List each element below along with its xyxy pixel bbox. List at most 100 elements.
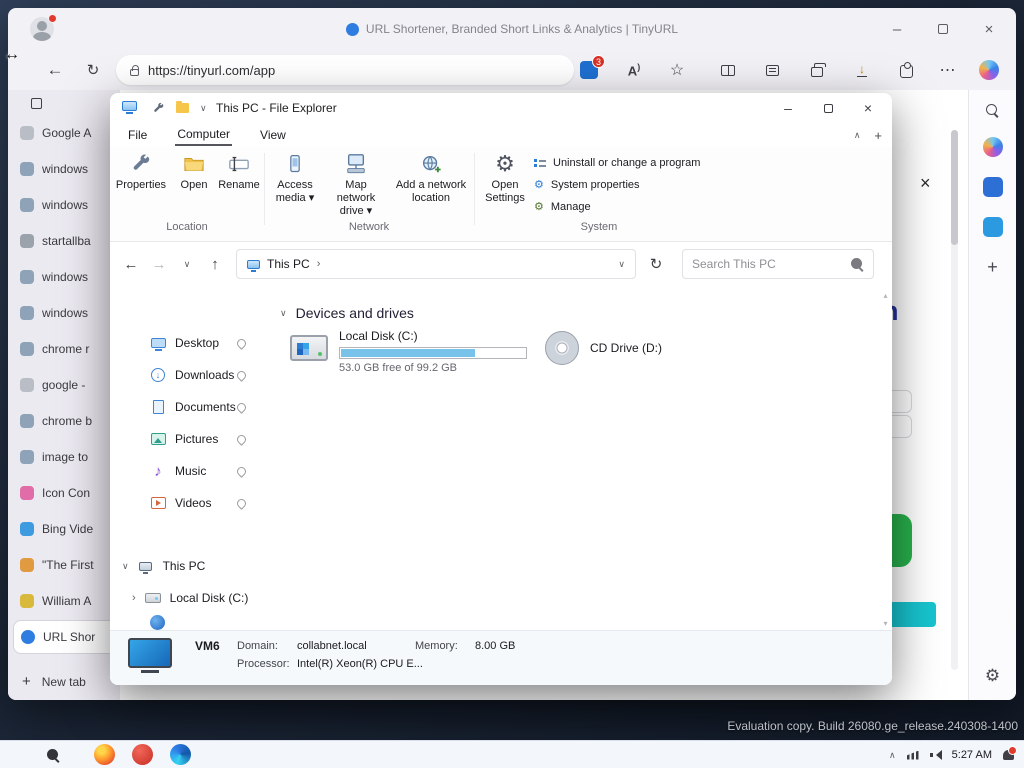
extensions-puzzle-icon[interactable] bbox=[892, 50, 920, 90]
more-menu-icon[interactable]: ⋯ bbox=[934, 50, 962, 90]
split-screen-icon[interactable] bbox=[714, 50, 742, 90]
sidebar-search-icon[interactable] bbox=[986, 104, 999, 117]
sidebar-add-icon[interactable]: + bbox=[987, 257, 998, 278]
close-icon[interactable]: × bbox=[966, 8, 1012, 50]
open-button[interactable]: Open bbox=[172, 151, 216, 192]
chevron-expanded-icon[interactable]: ∨ bbox=[122, 561, 129, 572]
uninstall-program-button[interactable]: Uninstall or change a program bbox=[534, 155, 700, 171]
scroll-up-icon[interactable]: ▴ bbox=[883, 291, 887, 300]
scrollbar-thumb[interactable] bbox=[951, 130, 958, 245]
search-input[interactable] bbox=[692, 257, 845, 271]
chevron-right-icon[interactable]: › bbox=[317, 258, 321, 270]
vertical-tab[interactable]: Bing Vide bbox=[8, 512, 120, 546]
ribbon-plus-icon[interactable]: + bbox=[874, 128, 882, 143]
minimize-icon[interactable]: – bbox=[874, 8, 920, 50]
up-icon[interactable]: ↑ bbox=[202, 243, 228, 285]
nav-item-desktop[interactable]: Desktop bbox=[110, 327, 278, 359]
vertical-tab[interactable]: windows bbox=[8, 188, 120, 222]
vertical-tab[interactable]: chrome r bbox=[8, 332, 120, 366]
read-aloud-icon[interactable]: A) bbox=[620, 50, 648, 90]
search-box[interactable] bbox=[682, 249, 874, 279]
vertical-tab[interactable]: windows bbox=[8, 152, 120, 186]
address-dropdown-icon[interactable]: ∨ bbox=[618, 259, 625, 270]
vertical-tab[interactable]: startallba bbox=[8, 224, 120, 258]
section-header[interactable]: ∨ Devices and drives bbox=[280, 305, 414, 321]
wrench-icon[interactable] bbox=[152, 102, 165, 115]
menu-view[interactable]: View bbox=[260, 128, 286, 142]
forward-icon[interactable]: → bbox=[146, 243, 172, 285]
nav-item-pictures[interactable]: Pictures bbox=[110, 423, 278, 455]
properties-button[interactable]: Properties bbox=[112, 151, 170, 192]
popup-close-icon[interactable]: × bbox=[920, 173, 931, 194]
back-icon[interactable]: ← bbox=[118, 243, 144, 285]
tree-item-this-pc[interactable]: ∨ This PC bbox=[110, 550, 278, 582]
sidebar-settings-gear-icon[interactable]: ⚙ bbox=[985, 666, 1000, 686]
network-icon[interactable] bbox=[906, 750, 919, 760]
collections-icon[interactable] bbox=[803, 50, 831, 90]
access-media-button[interactable]: Access media ▾ bbox=[268, 151, 322, 205]
vertical-tab[interactable]: Icon Con bbox=[8, 476, 120, 510]
nav-item-music[interactable]: ♪ Music bbox=[110, 455, 278, 487]
vertical-tab[interactable]: "The First bbox=[8, 548, 120, 582]
vertical-tab[interactable]: google - bbox=[8, 368, 120, 402]
red-app-icon[interactable] bbox=[132, 744, 153, 765]
vertical-tab-active[interactable]: URL Shor bbox=[13, 620, 117, 654]
vertical-tab[interactable]: chrome b bbox=[8, 404, 120, 438]
tree-item-local-disk[interactable]: › Local Disk (C:) bbox=[110, 582, 278, 614]
chevron-collapsed-icon[interactable]: › bbox=[132, 592, 136, 604]
breadcrumb[interactable]: This PC › ∨ bbox=[236, 249, 636, 279]
drive-tile-cd[interactable]: CD Drive (D:) bbox=[545, 331, 662, 365]
copilot-icon[interactable] bbox=[974, 50, 1004, 90]
vertical-tab[interactable]: image to bbox=[8, 440, 120, 474]
open-settings-button[interactable]: ⚙ Open Settings bbox=[478, 151, 532, 205]
nav-item-documents[interactable]: Documents bbox=[110, 391, 278, 423]
page-scrollbar[interactable] bbox=[951, 130, 958, 670]
map-network-drive-button[interactable]: Map network drive ▾ bbox=[326, 151, 386, 219]
breadcrumb-label[interactable]: This PC bbox=[267, 257, 310, 271]
chevron-expanded-icon[interactable]: ∨ bbox=[280, 308, 287, 319]
speaker-icon[interactable] bbox=[929, 750, 942, 760]
refresh-icon[interactable]: ↻ bbox=[642, 243, 670, 285]
favorite-star-icon[interactable]: ☆ bbox=[663, 50, 691, 90]
drive-tile-local-disk[interactable]: Local Disk (C:) 53.0 GB free of 99.2 GB bbox=[290, 329, 527, 374]
content-scrollbar[interactable]: ▴ ▾ bbox=[881, 291, 890, 628]
hidden-icons-chevron-icon[interactable]: ∧ bbox=[889, 750, 896, 761]
favorites-hub-icon[interactable] bbox=[758, 50, 786, 90]
sidebar-copilot-icon[interactable] bbox=[982, 137, 1003, 157]
downloads-icon[interactable]: ↓ bbox=[848, 50, 876, 90]
nav-item-videos[interactable]: Videos bbox=[110, 487, 278, 519]
vertical-tab[interactable]: William A bbox=[8, 584, 120, 618]
rename-button[interactable]: Rename bbox=[216, 151, 262, 192]
maximize-icon[interactable] bbox=[920, 8, 966, 50]
edge-icon[interactable] bbox=[170, 744, 191, 765]
sidebar-app-icon[interactable] bbox=[982, 217, 1003, 237]
menu-file[interactable]: File bbox=[128, 128, 147, 142]
back-icon[interactable]: ← bbox=[42, 50, 68, 90]
scroll-down-icon[interactable]: ▾ bbox=[883, 619, 887, 628]
chevron-down-icon[interactable]: ∨ bbox=[200, 103, 207, 114]
address-bar[interactable]: https://tinyurl.com/app bbox=[116, 55, 574, 85]
nav-item-downloads[interactable]: ↓ Downloads bbox=[110, 359, 278, 391]
add-network-location-button[interactable]: Add a network location bbox=[392, 151, 470, 205]
firefox-icon[interactable] bbox=[94, 744, 115, 765]
new-folder-icon[interactable] bbox=[176, 101, 189, 113]
close-icon[interactable]: × bbox=[848, 93, 888, 123]
clock[interactable]: 5:27 AM bbox=[952, 749, 992, 761]
vertical-tab[interactable]: windows bbox=[8, 296, 120, 330]
collapse-ribbon-icon[interactable]: ∧ bbox=[854, 130, 861, 141]
maximize-icon[interactable] bbox=[808, 93, 848, 123]
vertical-tab[interactable]: windows bbox=[8, 260, 120, 294]
recent-locations-chevron-icon[interactable]: ∨ bbox=[176, 243, 198, 285]
extension-shield-icon[interactable]: 3 bbox=[574, 50, 605, 90]
sidebar-app-icon[interactable] bbox=[982, 177, 1003, 197]
manage-button[interactable]: ⚙ Manage bbox=[534, 199, 591, 215]
tab-actions-icon[interactable] bbox=[31, 97, 42, 109]
system-properties-button[interactable]: ⚙ System properties bbox=[534, 177, 640, 193]
browser-titlebar[interactable]: URL Shortener, Branded Short Links & Ana… bbox=[8, 8, 1016, 50]
explorer-titlebar[interactable]: ∨ This PC - File Explorer – × bbox=[110, 93, 892, 123]
notification-bell-icon[interactable] bbox=[1003, 746, 1017, 760]
vertical-tab[interactable]: Google A bbox=[8, 116, 120, 150]
minimize-icon[interactable]: – bbox=[768, 93, 808, 123]
menu-computer[interactable]: Computer bbox=[175, 125, 233, 146]
refresh-icon[interactable]: ↻ bbox=[80, 50, 106, 90]
